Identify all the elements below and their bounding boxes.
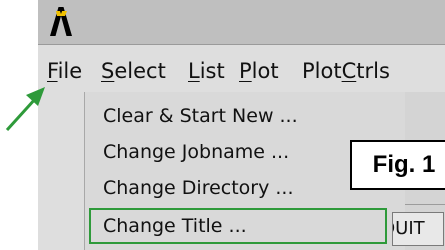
menu-list[interactable]: List (188, 58, 225, 84)
menu-file-mnemonic: F (47, 59, 58, 83)
menu-plot[interactable]: Plot (239, 58, 279, 84)
menu-select[interactable]: Select (101, 58, 166, 84)
menu-file-rest: ile (57, 59, 83, 83)
menu-select-mnemonic: S (101, 59, 115, 83)
menu-plot-mnemonic: P (239, 59, 252, 83)
menu-bar: File Select List Plot PlotCtrls (38, 45, 445, 91)
menu-list-rest: ist (199, 59, 225, 83)
figure-label: Fig. 1 (350, 140, 445, 190)
menu-plotctrls[interactable]: PlotCtrls (302, 58, 390, 84)
menu-select-rest: elect (114, 59, 166, 83)
menu-plotctrls-pre: Plot (302, 59, 342, 83)
menu-plotctrls-mnemonic: C (341, 59, 357, 83)
menu-plotctrls-rest: trls (356, 59, 390, 83)
ansys-logo-icon (50, 7, 72, 36)
title-bar (38, 0, 445, 45)
application-window: File Select List Plot PlotCtrls Clear & … (38, 0, 445, 250)
menu-plot-rest: lot (251, 59, 279, 83)
menu-item-change-title[interactable]: Change Title ... (89, 208, 387, 244)
menu-item-clear-start-new[interactable]: Clear & Start New ... (89, 98, 403, 134)
menu-file[interactable]: File (47, 58, 82, 84)
quit-button[interactable]: QUIT (392, 212, 444, 246)
quit-button-label: QUIT (393, 218, 425, 239)
menu-list-mnemonic: L (188, 59, 200, 83)
